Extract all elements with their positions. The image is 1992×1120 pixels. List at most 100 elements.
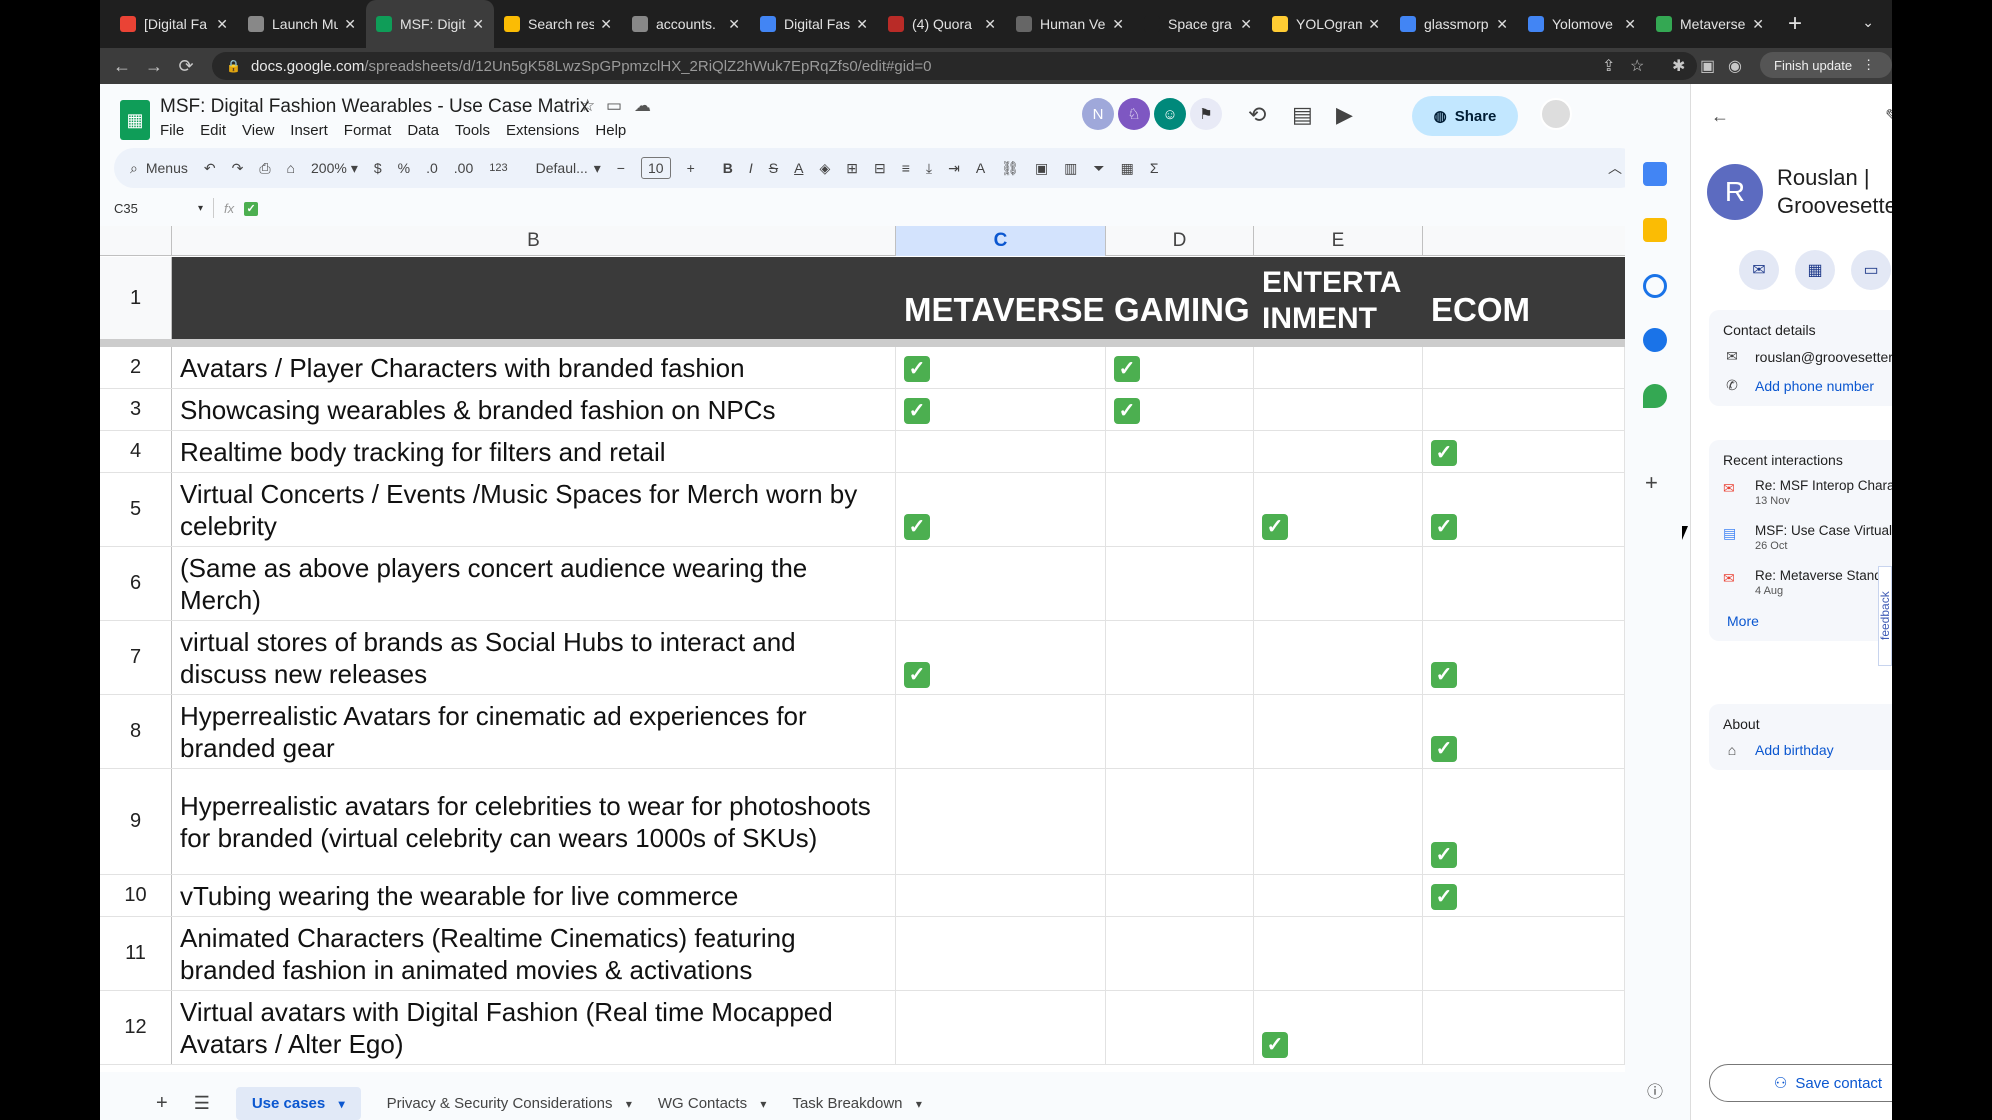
cloud-saved-icon[interactable]: ☁ [634, 96, 651, 116]
browser-tab[interactable]: Yolomove ✕ [1518, 0, 1646, 48]
paint-format-icon[interactable]: ⌂ [287, 160, 295, 176]
chevron-down-icon[interactable]: ▾ [351, 160, 358, 177]
edit-icon[interactable]: ✎ [1885, 106, 1892, 127]
star-icon[interactable]: ☆ [580, 96, 595, 116]
checkbox-cell[interactable] [1106, 621, 1254, 694]
column-header-d[interactable]: D [1106, 226, 1254, 256]
browser-tab[interactable]: Space gra ✕ [1134, 0, 1262, 48]
close-tab-icon[interactable]: ✕ [1112, 16, 1124, 33]
formula-input[interactable]: ✓ [244, 200, 259, 216]
share-page-icon[interactable]: ⇪ [1602, 56, 1615, 76]
browser-tab[interactable]: YOLOgram ✕ [1262, 0, 1390, 48]
font-size-input[interactable]: 10 [640, 157, 671, 179]
checkbox-cell[interactable] [1106, 917, 1254, 990]
print-icon[interactable]: ⎙ [259, 160, 270, 177]
document-title[interactable]: MSF: Digital Fashion Wearables - Use Cas… [160, 96, 589, 118]
collaborator-avatar-3[interactable]: ☺ [1154, 98, 1186, 130]
table-row[interactable]: 6 (Same as above players concert audience… [100, 547, 1625, 621]
percent-button[interactable]: % [398, 160, 410, 176]
close-tab-icon[interactable]: ✕ [728, 16, 740, 33]
browser-tab[interactable]: Human Ve ✕ [1006, 0, 1134, 48]
column-header-b[interactable]: B [172, 226, 896, 256]
row-header[interactable]: 11 [100, 917, 172, 990]
checkbox-cell[interactable]: ✓ [1106, 347, 1254, 388]
checkbox-cell[interactable] [1254, 621, 1423, 694]
table-row[interactable]: 2 Avatars / Player Characters with brande… [100, 347, 1625, 389]
column-header-c[interactable]: C [896, 226, 1106, 256]
spreadsheet-grid[interactable]: BCDE 1 METAVERSE GAMING ENTERTA INMENT ECOM… [100, 226, 1625, 1072]
chat-action-button[interactable]: ▭ [1851, 250, 1891, 290]
collaborator-avatar[interactable]: N [1082, 98, 1114, 130]
use-case-cell[interactable]: virtual stores of brands as Social Hubs … [172, 621, 896, 694]
maps-icon[interactable] [1643, 384, 1667, 408]
add-addon-icon[interactable]: + [1645, 470, 1658, 496]
checkbox-cell[interactable] [896, 695, 1106, 768]
use-case-cell[interactable]: vTubing wearing the wearable for live co… [172, 875, 896, 916]
checkbox-cell[interactable]: ✓ [896, 389, 1106, 430]
table-row[interactable]: 9 Hyperrealistic avatars for celebrities … [100, 769, 1625, 875]
chevron-down-icon[interactable]: ▾ [594, 160, 601, 177]
checkbox-cell[interactable] [1254, 347, 1423, 388]
number-format-button[interactable]: 123 [489, 162, 507, 174]
close-tab-icon[interactable]: ✕ [216, 16, 228, 33]
checkbox-cell[interactable] [1106, 695, 1254, 768]
checkbox-cell[interactable]: ✓ [1423, 769, 1625, 874]
keep-icon[interactable] [1643, 218, 1667, 242]
borders-icon[interactable]: ⊞ [846, 160, 858, 177]
checkbox-cell[interactable] [1254, 769, 1423, 874]
close-tab-icon[interactable]: ✕ [984, 16, 996, 33]
finish-update-button[interactable]: Finish update ⋮ [1760, 52, 1892, 78]
functions-icon[interactable]: Σ [1150, 160, 1159, 176]
rotate-text-icon[interactable]: A [976, 160, 985, 176]
sheets-logo-icon[interactable]: ▦ [120, 100, 150, 140]
browser-tab[interactable]: (4) Quora ✕ [878, 0, 1006, 48]
menu-help[interactable]: Help [595, 122, 626, 139]
checkbox-cell[interactable] [1106, 431, 1254, 472]
checkbox-cell[interactable] [1254, 547, 1423, 620]
use-case-cell[interactable]: Virtual avatars with Digital Fashion (Re… [172, 991, 896, 1064]
close-tab-icon[interactable]: ✕ [344, 16, 356, 33]
add-phone-link[interactable]: Add phone number [1755, 378, 1874, 394]
collaborator-avatar-2[interactable]: ♘ [1118, 98, 1150, 130]
tasks-icon[interactable] [1643, 274, 1667, 298]
row-header[interactable]: 9 [100, 769, 172, 874]
collapse-toolbar-icon[interactable]: ︿ [1608, 158, 1622, 178]
email-action-button[interactable]: ✉ [1739, 250, 1779, 290]
header-cell[interactable]: GAMING [1114, 257, 1254, 339]
account-avatar[interactable] [1540, 98, 1572, 130]
interaction-title[interactable]: MSF: Use Case Virtual Stage ... [1755, 523, 1892, 538]
birthday-row[interactable]: ⌂ Add birthday [1723, 742, 1892, 758]
close-tab-icon[interactable]: ✕ [1368, 16, 1380, 33]
redo-icon[interactable]: ↷ [232, 160, 244, 177]
browser-tab[interactable]: Search res ✕ [494, 0, 622, 48]
chart-icon[interactable]: ▥ [1064, 160, 1077, 177]
checkbox-cell[interactable] [1423, 547, 1625, 620]
checkbox-cell[interactable]: ✓ [1423, 695, 1625, 768]
collaborator-avatar-4[interactable]: ⚑ [1190, 98, 1222, 130]
browser-tab[interactable]: Digital Fas ✕ [750, 0, 878, 48]
sidepanel-icon[interactable]: ▣ [1700, 56, 1715, 76]
table-row[interactable]: 3 Showcasing wearables & branded fashion … [100, 389, 1625, 431]
menu-file[interactable]: File [160, 122, 184, 139]
use-case-cell[interactable]: Showcasing wearables & branded fashion o… [172, 389, 896, 430]
close-tab-icon[interactable]: ✕ [1496, 16, 1508, 33]
checkbox-cell[interactable] [896, 991, 1106, 1064]
corner-cell[interactable] [100, 226, 172, 256]
checkbox-cell[interactable]: ✓ [1423, 875, 1625, 916]
use-case-cell[interactable]: Animated Characters (Realtime Cinematics… [172, 917, 896, 990]
interaction-item[interactable]: ▤ MSF: Use Case Virtual Stage ... 26 Oct [1723, 523, 1892, 552]
row-header[interactable]: 4 [100, 431, 172, 472]
new-tab-icon[interactable]: + [1788, 10, 1802, 38]
valign-icon[interactable]: ⤓ [926, 160, 932, 177]
meet-icon[interactable]: ▶ [1336, 102, 1353, 128]
row-header[interactable]: 10 [100, 875, 172, 916]
row-header[interactable]: 5 [100, 473, 172, 546]
sheet-tab[interactable]: Task Breakdown ▾ [792, 1095, 921, 1112]
more-link[interactable]: More [1727, 613, 1892, 629]
email-row[interactable]: ✉ rouslan@groovesetter.net [1723, 348, 1892, 365]
sheet-tab[interactable]: Privacy & Security Considerations ▾ [387, 1095, 632, 1112]
sheet-tab[interactable]: Use cases ▾ [235, 1086, 361, 1120]
table-row[interactable]: 8 Hyperrealistic Avatars for cinematic ad… [100, 695, 1625, 769]
use-case-cell[interactable]: Virtual Concerts / Events /Music Spaces … [172, 473, 896, 546]
feedback-tab[interactable]: feedback [1878, 566, 1892, 666]
